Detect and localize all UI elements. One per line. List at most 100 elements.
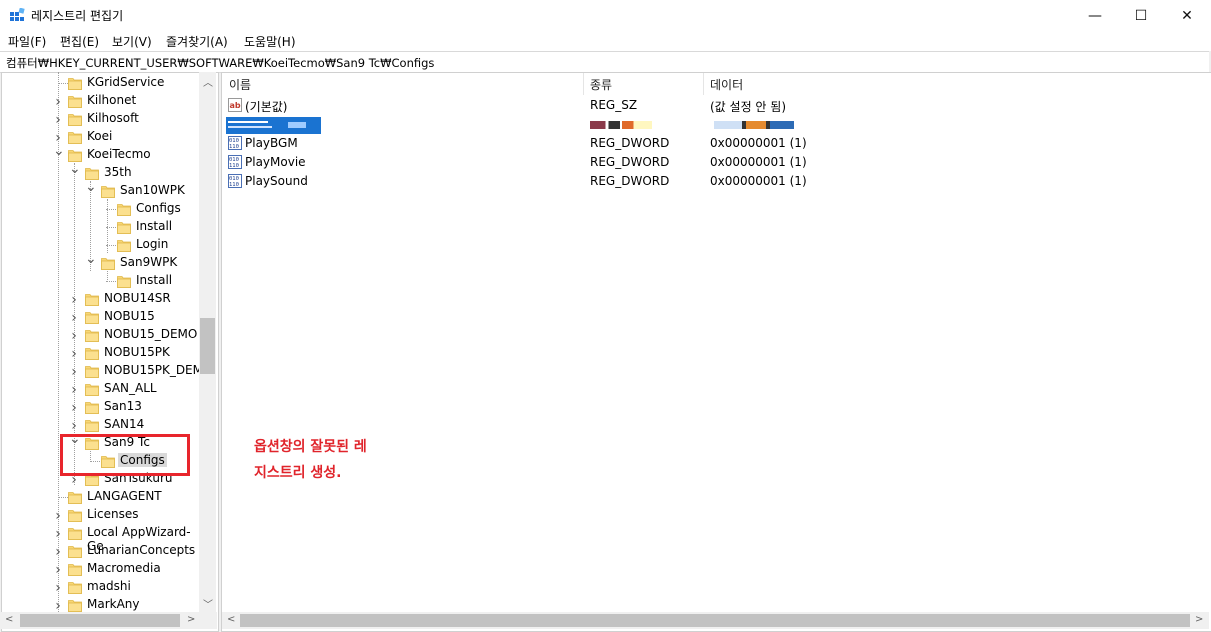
column-header-name[interactable]: 이름 bbox=[229, 76, 251, 93]
tree-item[interactable]: Koei bbox=[85, 129, 114, 143]
tree-guide-line bbox=[106, 227, 116, 228]
annotation-line-1: 옵션창의 잘못된 레 bbox=[254, 439, 367, 455]
minimize-button[interactable]: — bbox=[1072, 0, 1118, 31]
tree-item[interactable]: NOBU14SR bbox=[102, 291, 173, 305]
value-name[interactable]: PlaySound bbox=[245, 174, 308, 192]
tree-item[interactable]: NOBU15PK_DEMO bbox=[102, 363, 199, 377]
expand-chevron-icon[interactable]: › bbox=[69, 328, 79, 344]
expand-chevron-icon[interactable]: › bbox=[69, 346, 79, 362]
list-hscroll-thumb[interactable] bbox=[240, 614, 1190, 627]
redacted-data bbox=[714, 121, 794, 129]
collapse-chevron-icon[interactable]: ⌄ bbox=[53, 143, 65, 159]
binary-value-icon: 010 110 bbox=[228, 136, 242, 150]
expand-chevron-icon[interactable]: › bbox=[53, 94, 63, 110]
tree-item[interactable]: Macromedia bbox=[85, 561, 163, 575]
expand-chevron-icon[interactable]: › bbox=[53, 112, 63, 128]
column-header-type[interactable]: 종류 bbox=[590, 76, 612, 93]
folder-icon bbox=[85, 292, 99, 306]
column-divider[interactable] bbox=[583, 73, 584, 95]
value-data: (값 설정 안 됨) bbox=[710, 100, 787, 114]
scroll-left-icon[interactable]: < bbox=[5, 614, 13, 625]
value-type: REG_SZ bbox=[590, 98, 638, 112]
expand-chevron-icon[interactable]: › bbox=[69, 400, 79, 416]
tree-item[interactable]: KGridService bbox=[85, 75, 166, 89]
tree-item[interactable]: NOBU15PK bbox=[102, 345, 172, 359]
tree-item[interactable]: Configs bbox=[134, 201, 183, 215]
tree-item[interactable]: San10WPK bbox=[118, 183, 187, 197]
tree-item[interactable]: Licenses bbox=[85, 507, 141, 521]
expand-chevron-icon[interactable]: › bbox=[69, 382, 79, 398]
folder-icon bbox=[68, 76, 82, 90]
value-type: REG_DWORD bbox=[590, 174, 670, 188]
expand-chevron-icon[interactable]: › bbox=[69, 364, 79, 380]
tree-item[interactable]: 35th bbox=[102, 165, 134, 179]
folder-icon bbox=[68, 544, 82, 558]
tree-item[interactable]: LANGAGENT bbox=[85, 489, 164, 503]
collapse-chevron-icon[interactable]: ⌄ bbox=[85, 179, 97, 195]
expand-chevron-icon[interactable]: › bbox=[53, 562, 63, 578]
maximize-button[interactable]: ☐ bbox=[1118, 0, 1164, 31]
tree-guide-line bbox=[58, 83, 68, 84]
folder-icon bbox=[68, 580, 82, 594]
expand-chevron-icon[interactable]: › bbox=[53, 544, 63, 560]
svg-text:110: 110 bbox=[229, 144, 239, 150]
minimize-icon: — bbox=[1088, 7, 1102, 24]
tree-item[interactable]: Kilhonet bbox=[85, 93, 138, 107]
tree-item[interactable]: madshi bbox=[85, 579, 133, 593]
value-data: 0x00000001 (1) bbox=[710, 174, 807, 188]
selected-row-redacted[interactable] bbox=[226, 117, 321, 134]
svg-text:110: 110 bbox=[229, 163, 239, 169]
column-divider[interactable] bbox=[703, 73, 704, 95]
value-name[interactable]: PlayBGM bbox=[245, 136, 298, 154]
value-name[interactable]: PlayMovie bbox=[245, 155, 306, 173]
tree-item[interactable]: Kilhosoft bbox=[85, 111, 141, 125]
value-data: 0x00000001 (1) bbox=[710, 136, 807, 150]
tree-item[interactable]: SAN14 bbox=[102, 417, 146, 431]
scroll-left-icon[interactable]: < bbox=[227, 614, 235, 625]
folder-icon bbox=[68, 526, 82, 540]
menu-help[interactable]: 도움말(H) bbox=[244, 33, 296, 50]
close-button[interactable]: ✕ bbox=[1164, 0, 1210, 31]
scroll-right-icon[interactable]: > bbox=[1195, 614, 1203, 625]
tree-item[interactable]: Install bbox=[134, 219, 174, 233]
folder-icon bbox=[85, 310, 99, 324]
scroll-down-icon[interactable]: ﹀ bbox=[203, 596, 213, 611]
collapse-chevron-icon[interactable]: ⌄ bbox=[85, 251, 97, 267]
collapse-chevron-icon[interactable]: ⌄ bbox=[69, 161, 81, 177]
tree-guide-line bbox=[106, 245, 116, 246]
scroll-up-icon[interactable]: ︿ bbox=[203, 74, 213, 89]
tree-item[interactable]: KoeiTecmo bbox=[85, 147, 153, 161]
tree-item[interactable]: MarkAny bbox=[85, 597, 142, 611]
string-value-icon: ab bbox=[228, 98, 242, 112]
expand-chevron-icon[interactable]: › bbox=[53, 580, 63, 596]
value-type: REG_DWORD bbox=[590, 155, 670, 169]
close-icon: ✕ bbox=[1181, 7, 1193, 24]
tree-item[interactable]: Login bbox=[134, 237, 170, 251]
tree-item[interactable]: San13 bbox=[102, 399, 144, 413]
binary-value-icon: 010 110 bbox=[228, 155, 242, 169]
expand-chevron-icon[interactable]: › bbox=[53, 526, 63, 542]
tree-item[interactable]: Install bbox=[134, 273, 174, 287]
column-header-data[interactable]: 데이터 bbox=[710, 76, 743, 93]
expand-chevron-icon[interactable]: › bbox=[69, 292, 79, 308]
svg-text:ab: ab bbox=[230, 101, 241, 110]
svg-text:110: 110 bbox=[229, 182, 239, 188]
tree-hscroll-thumb[interactable] bbox=[20, 614, 180, 627]
folder-icon bbox=[85, 364, 99, 378]
folder-icon bbox=[117, 220, 131, 234]
folder-icon bbox=[85, 346, 99, 360]
tree-item[interactable]: NOBU15_DEMO bbox=[102, 327, 199, 341]
expand-chevron-icon[interactable]: › bbox=[53, 598, 63, 612]
tree-item[interactable]: NOBU15 bbox=[102, 309, 157, 323]
tree-guide-line bbox=[107, 271, 108, 280]
tree-item[interactable]: SAN_ALL bbox=[102, 381, 159, 395]
tree-item[interactable]: LunarianConcepts bbox=[85, 543, 197, 557]
tree-item[interactable]: San9WPK bbox=[118, 255, 179, 269]
expand-chevron-icon[interactable]: › bbox=[69, 310, 79, 326]
tree-scroll-thumb[interactable] bbox=[200, 318, 215, 374]
value-data: 0x00000001 (1) bbox=[710, 155, 807, 169]
value-name[interactable]: (기본값) bbox=[245, 98, 287, 116]
folder-icon bbox=[85, 328, 99, 342]
scroll-right-icon[interactable]: > bbox=[187, 614, 195, 625]
expand-chevron-icon[interactable]: › bbox=[53, 508, 63, 524]
